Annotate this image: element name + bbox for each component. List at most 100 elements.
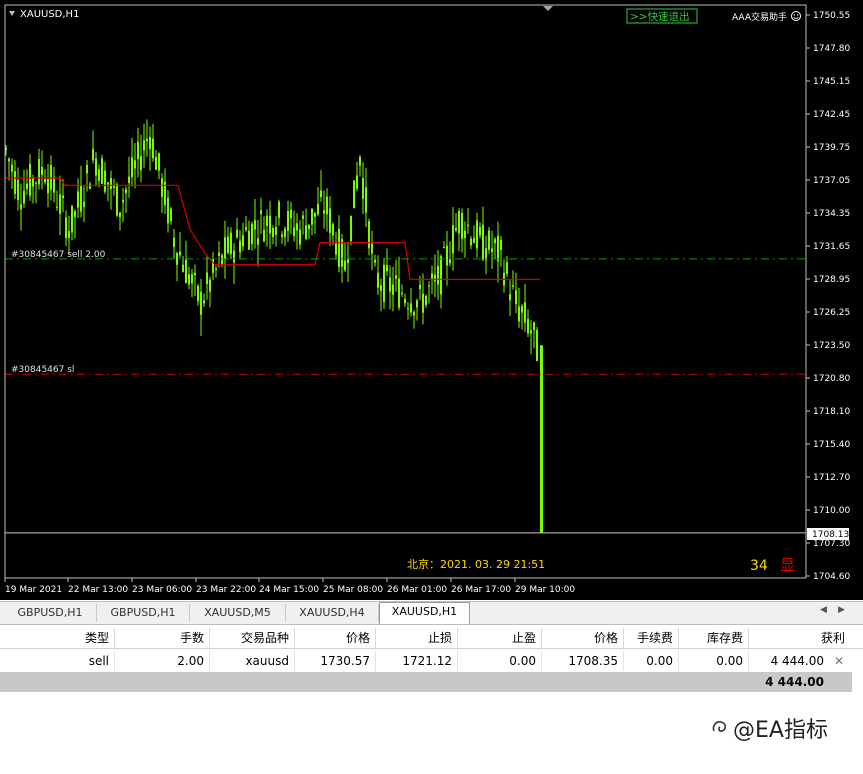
candle-body xyxy=(176,252,178,265)
price-chart[interactable]: 1750.55 1747.80 1745.15 1742.45 1739.75 1737.… xyxy=(0,0,863,600)
candle-body xyxy=(446,245,448,266)
candle-body xyxy=(443,246,445,248)
time-readout: 北京：2021. 03. 29 21:51 xyxy=(407,557,545,571)
candle-body xyxy=(29,163,31,196)
shift-marker-icon xyxy=(543,6,553,11)
total-profit: 4 444.00 xyxy=(765,675,824,689)
candle-body xyxy=(152,138,154,159)
col-open-price[interactable]: 价格 xyxy=(295,628,376,648)
sl-line-label: #30845467 sl xyxy=(11,365,74,375)
candle-body xyxy=(485,248,487,261)
col-symbol[interactable]: 交易品种 xyxy=(210,628,295,648)
candle-body xyxy=(20,204,22,210)
col-tp[interactable]: 止盈 xyxy=(458,628,542,648)
tab-xauusd-m5[interactable]: XAUUSD,M5 xyxy=(190,604,286,622)
candle-body xyxy=(248,230,250,250)
candle-body xyxy=(167,197,169,224)
candle-body xyxy=(89,183,91,189)
candle-body xyxy=(371,243,373,254)
candle-body xyxy=(161,178,163,197)
last-candle xyxy=(540,345,543,533)
candle-body xyxy=(242,235,244,247)
candle-body xyxy=(53,176,55,193)
candle-body xyxy=(320,190,322,198)
close-position-icon[interactable]: ✕ xyxy=(834,651,844,671)
candle-body xyxy=(200,291,202,315)
candle-body xyxy=(374,259,376,263)
col-sl[interactable]: 止损 xyxy=(376,628,458,648)
scroll-left-icon[interactable]: ◀ xyxy=(820,605,827,615)
price-tick-label: 1742.45 xyxy=(813,110,850,120)
price-tick-label: 1745.15 xyxy=(813,77,850,87)
tab-gbpusd-h1-a[interactable]: GBPUSD,H1 xyxy=(4,604,97,622)
price-tick-label: 1718.10 xyxy=(813,407,850,417)
total-row: 4 444.00 xyxy=(0,672,852,692)
candle-body xyxy=(521,305,523,313)
candle-body xyxy=(533,322,535,331)
candle-body xyxy=(314,212,316,217)
cell-type: sell xyxy=(0,651,115,671)
candle-body xyxy=(266,215,268,227)
candle-body xyxy=(524,302,526,323)
candle-body xyxy=(140,155,142,171)
candle-body xyxy=(377,272,379,288)
price-tick-label: 1747.80 xyxy=(813,44,850,54)
candle-body xyxy=(344,260,346,270)
candle-body xyxy=(290,209,292,219)
candle-body xyxy=(227,236,229,253)
candle-body xyxy=(401,292,403,294)
cell-open-price: 1730.57 xyxy=(295,651,376,671)
candle-body xyxy=(56,206,58,208)
candle-body xyxy=(359,157,361,166)
col-commission[interactable]: 手续费 xyxy=(624,628,679,648)
candle-body xyxy=(356,175,358,189)
candle-body xyxy=(329,208,331,234)
candle-body xyxy=(416,300,418,308)
candle-body xyxy=(128,176,130,183)
col-type[interactable]: 类型 xyxy=(0,628,115,648)
candle-body xyxy=(281,234,283,237)
candle-body xyxy=(104,170,106,192)
candle-body xyxy=(410,303,412,313)
candle-body xyxy=(506,262,508,274)
candle-body xyxy=(185,259,187,283)
plot-border xyxy=(4,4,807,579)
candle-body xyxy=(101,158,103,184)
cell-tp: 0.00 xyxy=(458,651,542,671)
candle-body xyxy=(353,180,355,208)
price-tick-label: 1723.50 xyxy=(813,341,850,351)
chart-area[interactable]: 1750.55 1747.80 1745.15 1742.45 1739.75 1737.… xyxy=(0,0,863,600)
col-profit[interactable]: 获利 xyxy=(749,628,850,648)
tab-xauusd-h1[interactable]: XAUUSD,H1 xyxy=(379,602,470,624)
candle-body xyxy=(32,178,34,187)
tab-xauusd-h4[interactable]: XAUUSD,H4 xyxy=(286,604,379,622)
table-row[interactable]: sell 2.00 xauusd 1730.57 1721.12 0.00 17… xyxy=(0,651,850,671)
candle-body xyxy=(260,210,262,215)
candle-body xyxy=(479,226,481,236)
candle-body xyxy=(41,167,43,175)
candle-body xyxy=(317,203,319,215)
col-price[interactable]: 价格 xyxy=(542,628,624,648)
quick-exit-button[interactable]: >>快速退出 xyxy=(630,10,690,23)
candle-body xyxy=(323,210,325,214)
candle-body xyxy=(95,158,97,176)
candle-body xyxy=(179,251,181,256)
tab-gbpusd-h1-b[interactable]: GBPUSD,H1 xyxy=(97,604,190,622)
candle-body xyxy=(155,156,157,170)
candle-body xyxy=(362,177,364,199)
candle-body xyxy=(137,141,139,160)
candle-body xyxy=(398,278,400,308)
col-swap[interactable]: 库存费 xyxy=(679,628,749,648)
candle-body xyxy=(422,293,424,313)
time-tick-label: 26 Mar 01:00 xyxy=(387,585,447,595)
candle-body xyxy=(86,165,88,174)
candle-body xyxy=(71,205,73,233)
candle-body xyxy=(515,290,517,304)
candle-body xyxy=(107,182,109,185)
candle-body xyxy=(287,211,289,231)
scroll-right-icon[interactable]: ▶ xyxy=(838,605,845,615)
candle-body xyxy=(350,215,352,242)
candle-body xyxy=(392,284,394,295)
col-lots[interactable]: 手数 xyxy=(115,628,210,648)
display-toggle[interactable]: 显 xyxy=(780,556,795,574)
